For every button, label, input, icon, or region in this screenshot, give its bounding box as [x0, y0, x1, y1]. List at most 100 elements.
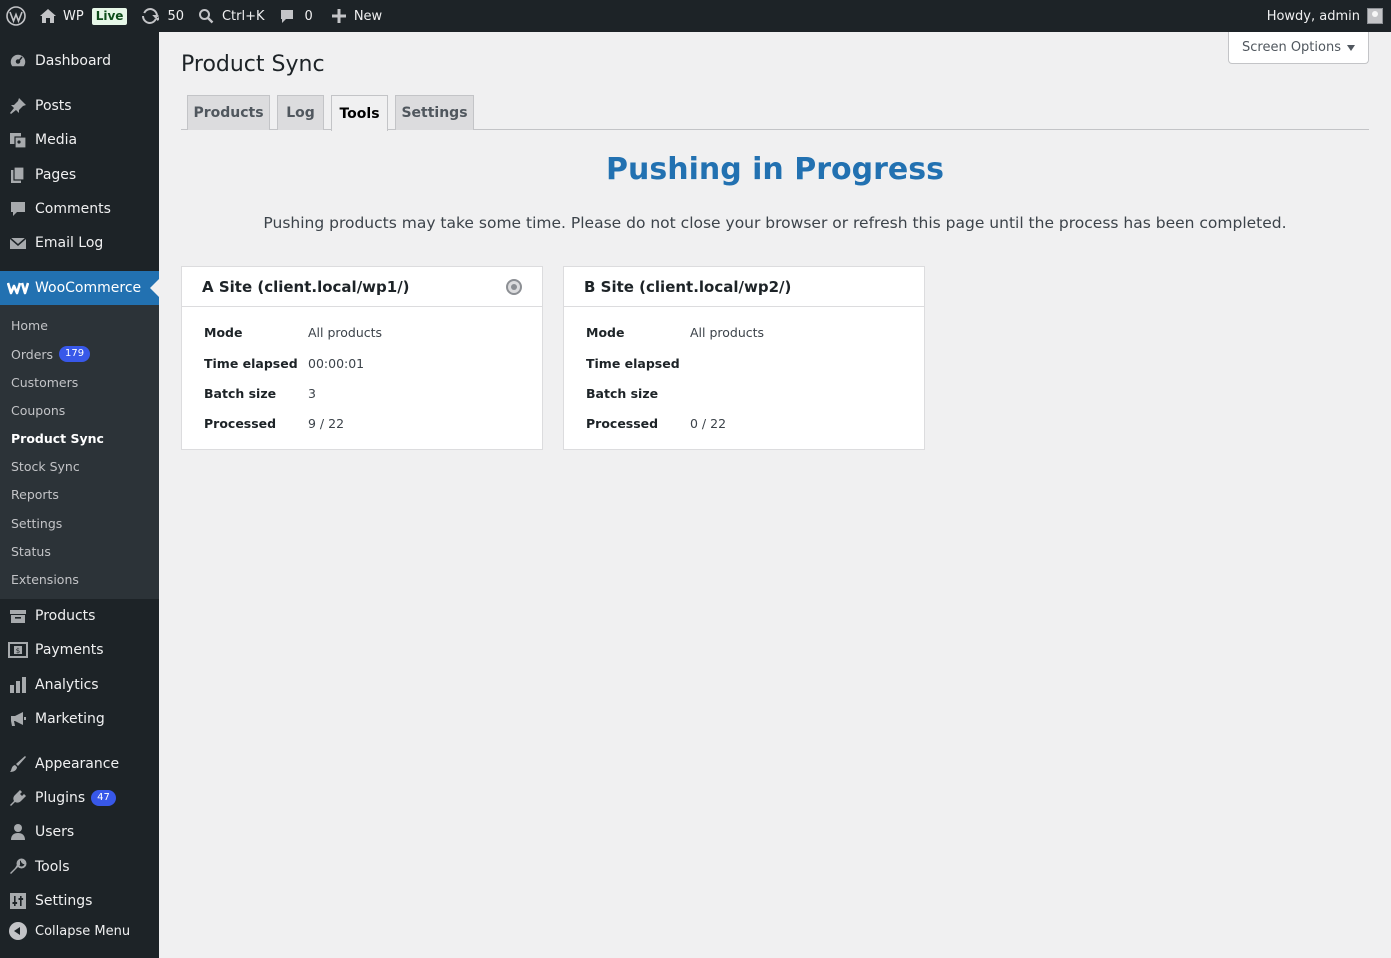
sidebar-item-marketing[interactable]: Marketing	[0, 702, 159, 736]
site-name-link[interactable]: WP Live	[32, 0, 134, 32]
user-icon	[0, 823, 35, 841]
sidebar-item-pages[interactable]: Pages	[0, 158, 159, 192]
sidebar-label: Payments	[35, 642, 104, 658]
submenu-item-extensions[interactable]: Extensions	[11, 569, 79, 589]
orders-count-badge: 179	[59, 346, 91, 362]
sidebar-label: Pages	[35, 167, 77, 183]
batch-size-row: Batch size 3	[204, 386, 316, 401]
pin-icon	[0, 97, 35, 115]
site-card-header: A Site (client.local/wp1/)	[182, 267, 542, 307]
submenu-item-product-sync[interactable]: Product Sync	[11, 428, 104, 448]
mode-label: Mode	[586, 325, 625, 340]
submenu-item-settings[interactable]: Settings	[11, 513, 62, 533]
my-account-link[interactable]: Howdy, admin	[1260, 0, 1391, 32]
settings-icon	[0, 892, 35, 910]
admin-bar: WP Live 50 Ctrl+K 0 New Howdy, admin	[0, 0, 1391, 32]
processed-value: 9 / 22	[308, 416, 345, 431]
sidebar-label: Appearance	[35, 756, 120, 772]
sidebar-item-woocommerce[interactable]: WooCommerce	[0, 271, 159, 305]
plugins-count-badge: 47	[91, 790, 116, 806]
time-elapsed-label: Time elapsed	[204, 356, 298, 371]
sidebar-item-analytics[interactable]: Analytics	[0, 668, 159, 702]
search-link[interactable]: Ctrl+K	[191, 0, 272, 32]
submenu-item-home[interactable]: Home	[11, 315, 48, 335]
sidebar-item-plugins[interactable]: Plugins 47	[0, 781, 159, 815]
comment-icon	[279, 8, 295, 24]
sidebar-label: Tools	[35, 859, 70, 875]
collapse-menu-button[interactable]: Collapse Menu	[0, 922, 130, 940]
time-elapsed-row: Time elapsed 00:00:01	[204, 356, 364, 371]
site-name: WP	[63, 8, 84, 24]
site-card-title: A Site (client.local/wp1/)	[202, 277, 410, 296]
submenu-item-coupons[interactable]: Coupons	[11, 400, 65, 420]
submenu-item-customers[interactable]: Customers	[11, 372, 78, 392]
collapse-arrow-icon	[9, 922, 27, 940]
paintbrush-icon	[0, 755, 35, 773]
submenu-item-reports[interactable]: Reports	[11, 484, 59, 504]
sidebar-label: Users	[35, 824, 75, 840]
sidebar-label: Email Log	[35, 235, 104, 251]
wrench-icon	[0, 858, 35, 876]
sidebar-item-products[interactable]: Products	[0, 599, 159, 633]
batch-size-label: Batch size	[586, 386, 659, 401]
sidebar-label: Analytics	[35, 677, 99, 693]
screen-options-button[interactable]: Screen Options	[1228, 32, 1369, 64]
sidebar-label: Products	[35, 608, 96, 624]
woocommerce-icon	[0, 281, 35, 295]
page-title: Product Sync	[181, 52, 325, 77]
comments-link[interactable]: 0	[272, 0, 320, 32]
submenu-item-status[interactable]: Status	[11, 541, 51, 561]
processed-value: 0 / 22	[690, 416, 727, 431]
processed-label: Processed	[586, 416, 659, 431]
caret-down-icon	[1347, 44, 1355, 51]
sidebar-item-media[interactable]: Media	[0, 123, 159, 157]
sidebar-item-comments[interactable]: Comments	[0, 192, 159, 226]
woocommerce-submenu: Home Orders 179 Customers Coupons Produc…	[0, 305, 159, 599]
dashboard-icon	[0, 51, 35, 71]
tab-tools[interactable]: Tools	[331, 95, 388, 131]
sidebar-item-settings[interactable]: Settings	[0, 884, 159, 918]
sidebar-item-email-log[interactable]: Email Log	[0, 226, 159, 260]
sidebar-item-payments[interactable]: $ Payments	[0, 633, 159, 667]
time-elapsed-row: Time elapsed	[586, 356, 690, 371]
search-icon	[198, 8, 214, 24]
sidebar-item-dashboard[interactable]: Dashboard	[0, 44, 159, 78]
tab-log[interactable]: Log	[277, 95, 324, 130]
progress-notice: Pushing products may take some time. Ple…	[263, 214, 1287, 232]
sidebar-label: Marketing	[35, 711, 105, 727]
time-elapsed-value: 00:00:01	[308, 356, 365, 371]
progress-heading: Pushing in Progress	[606, 152, 944, 187]
sidebar-label: Settings	[35, 893, 93, 909]
sidebar-item-users[interactable]: Users	[0, 815, 159, 849]
mode-row: Mode All products	[204, 325, 382, 340]
media-icon	[0, 131, 35, 149]
processed-row: Processed 0 / 22	[586, 416, 726, 431]
submenu-item-orders[interactable]: Orders 179	[11, 344, 91, 364]
pages-icon	[0, 166, 35, 184]
mode-label: Mode	[204, 325, 243, 340]
batch-size-row: Batch size	[586, 386, 690, 401]
avatar	[1367, 8, 1383, 24]
sidebar-label: WooCommerce	[35, 280, 142, 296]
tab-settings[interactable]: Settings	[395, 95, 474, 130]
updates-link[interactable]: 50	[134, 0, 191, 32]
sidebar-label: Posts	[35, 98, 72, 114]
comments-count: 0	[304, 8, 313, 24]
mode-value: All products	[308, 325, 383, 340]
site-card: B Site (client.local/wp2/) Mode All prod…	[563, 266, 925, 450]
collapse-label: Collapse Menu	[35, 923, 131, 939]
updates-count: 50	[167, 8, 184, 24]
sidebar-item-appearance[interactable]: Appearance	[0, 747, 159, 781]
sidebar-item-posts[interactable]: Posts	[0, 89, 159, 123]
site-card: A Site (client.local/wp1/) Mode All prod…	[181, 266, 543, 450]
sidebar-item-tools[interactable]: Tools	[0, 850, 159, 884]
tab-products[interactable]: Products	[187, 95, 270, 130]
new-content-link[interactable]: New	[320, 0, 389, 32]
batch-size-label: Batch size	[204, 386, 277, 401]
batch-size-value: 3	[308, 386, 316, 401]
nav-tabs: Products Log Tools Settings	[181, 95, 1369, 131]
wordpress-logo-icon[interactable]	[0, 0, 32, 32]
submenu-item-stock-sync[interactable]: Stock Sync	[11, 456, 80, 476]
megaphone-icon	[0, 710, 35, 728]
processed-row: Processed 9 / 22	[204, 416, 344, 431]
